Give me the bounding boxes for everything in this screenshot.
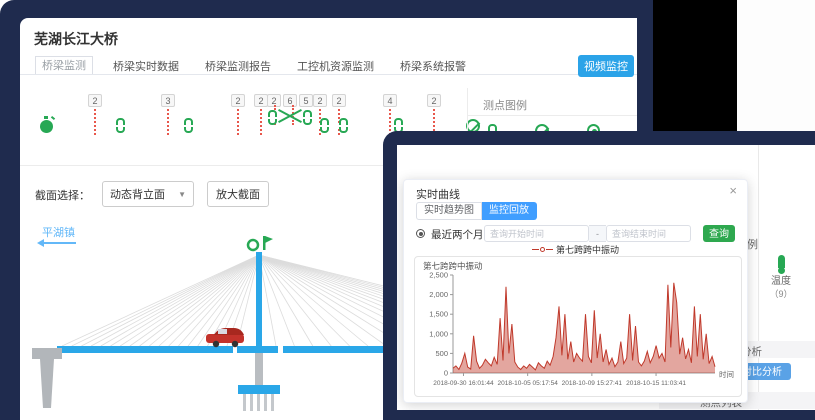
chart-legend[interactable]: 第七跨跨中振动 [404, 243, 747, 256]
tab-realtime-trend[interactable]: 实时趋势图 [416, 202, 482, 220]
badge-sensor-item[interactable]: 2 [88, 94, 102, 135]
chain-icon[interactable] [339, 118, 348, 133]
tab-realtime-data[interactable]: 桥梁实时数据 [113, 58, 179, 74]
query-end-time-input[interactable] [606, 225, 691, 242]
badge-sensor-item[interactable]: 3 [161, 94, 175, 135]
deck-joint [278, 346, 283, 353]
svg-text:1,000: 1,000 [429, 329, 448, 338]
section-select-label: 截面选择： [35, 187, 90, 203]
tab-monitor-report[interactable]: 桥梁监测报告 [205, 58, 271, 74]
last-two-months-radio[interactable] [416, 229, 425, 238]
svg-text:2,500: 2,500 [429, 271, 448, 280]
svg-text:2018-10-05 05:17:54: 2018-10-05 05:17:54 [497, 380, 558, 387]
badge-sensor-item[interactable]: 2 [427, 94, 441, 135]
left-pier-column [40, 359, 54, 408]
chain-icon[interactable] [320, 118, 329, 133]
main-tab-bar: 桥梁监测 桥梁实时数据 桥梁监测报告 工控机资源监测 桥梁系统报警 [35, 56, 492, 75]
video-monitor-button[interactable]: 视频监控 [578, 55, 634, 77]
stopwatch-icon[interactable] [40, 120, 53, 133]
temperature-label: 温度 [771, 272, 791, 287]
car [206, 328, 244, 347]
badge-sensor-item[interactable]: 2 [231, 94, 245, 135]
left-pier-cap [32, 348, 62, 359]
gps-sensor-icon [248, 240, 258, 250]
last-two-months-label: 最近两个月 [431, 227, 484, 242]
legend-line-icon [546, 249, 553, 250]
legend-line-icon [532, 249, 539, 250]
svg-text:2,000: 2,000 [429, 290, 448, 299]
legend-panel-divider [468, 115, 637, 116]
vibration-chart[interactable]: 0 500 1,000 1,500 2,000 2,500 2018-09-30 16:01… [417, 271, 739, 395]
temperature-count: （9） [769, 287, 792, 300]
query-start-time-input[interactable] [484, 225, 589, 242]
svg-text:2018-09-30 16:01:44: 2018-09-30 16:01:44 [433, 380, 494, 387]
chart-panel: 第七跨跨中振动 05001,0001,5002,0002,5002018-09-… [414, 256, 742, 397]
bridge-tower-base [255, 353, 263, 385]
dialog-title: 实时曲线 [416, 186, 460, 202]
svg-text:500: 500 [435, 349, 448, 358]
thermometer-icon [778, 255, 785, 268]
dialog-tab-group: 实时趋势图 监控回放 [416, 202, 537, 220]
section-select-value: 动态背立面 [110, 186, 165, 202]
popup-page: 测点图例 温度 （9） 对比分析 对比分析 测点列表 实时曲线 × 实时趋势图 … [397, 145, 815, 410]
tab-system-alarm[interactable]: 桥梁系统报警 [400, 58, 466, 74]
svg-text:时间: 时间 [719, 369, 734, 379]
chain-icon[interactable] [116, 118, 125, 133]
tab-divider [20, 74, 637, 75]
svg-text:1,500: 1,500 [429, 310, 448, 319]
temperature-legend-item[interactable]: 温度 （9） [760, 255, 802, 300]
legend-circle-icon [540, 247, 545, 252]
anemometer-vane [265, 236, 273, 243]
zoom-section-button[interactable]: 放大截面 [207, 181, 269, 207]
background-window-corner [737, 0, 815, 143]
bridge-tower [256, 252, 262, 353]
close-icon[interactable]: × [729, 183, 737, 198]
legend-panel-title: 测点图例 [483, 97, 527, 113]
truss-icon[interactable]: 265 [266, 94, 314, 125]
realtime-curve-dialog: 实时曲线 × 实时趋势图 监控回放 最近两个月 - 查询 第七跨跨中振动 第七跨… [403, 179, 748, 403]
desktop: 芜湖长江大桥 桥梁监测 桥梁实时数据 桥梁监测报告 工控机资源监测 桥梁系统报警… [0, 0, 815, 420]
svg-text:2018-10-15 11:03:41: 2018-10-15 11:03:41 [626, 380, 686, 387]
footing-cap [238, 385, 280, 394]
tab-monitor-playback[interactable]: 监控回放 [482, 202, 537, 220]
query-button[interactable]: 查询 [703, 225, 735, 242]
page-title: 芜湖长江大桥 [34, 29, 118, 49]
svg-text:0: 0 [444, 369, 448, 378]
chevron-down-icon: ▼ [178, 190, 186, 199]
tab-bridge-monitoring[interactable]: 桥梁监测 [35, 56, 93, 75]
svg-text:2018-10-09 15:27:41: 2018-10-09 15:27:41 [562, 380, 623, 387]
footing-piles [243, 394, 274, 411]
legend-label: 第七跨跨中振动 [556, 245, 619, 255]
tab-ipc-resource[interactable]: 工控机资源监测 [297, 58, 374, 74]
chain-icon[interactable] [184, 118, 193, 133]
popup-window: 测点图例 温度 （9） 对比分析 对比分析 测点列表 实时曲线 × 实时趋势图 … [383, 131, 815, 420]
section-select-dropdown[interactable]: 动态背立面 ▼ [102, 181, 194, 207]
range-separator: - [589, 225, 606, 242]
